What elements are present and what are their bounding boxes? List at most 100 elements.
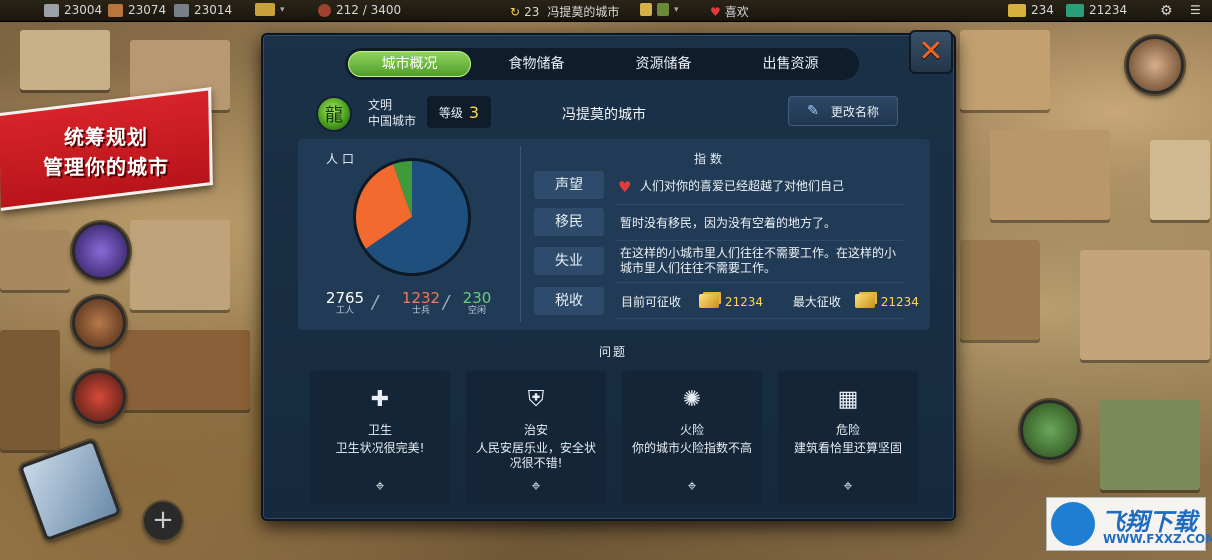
issue-name: 治安 — [523, 423, 548, 437]
iron-resource[interactable]: 23014 — [174, 3, 232, 17]
gear-icon: ⚙ — [1160, 3, 1173, 19]
iron-value: 23014 — [194, 3, 233, 17]
population-counter[interactable]: 212 / 3400 — [318, 3, 401, 17]
tax-current-value: 21234 — [724, 295, 764, 309]
turn-counter[interactable]: ↻ 23 冯提莫的城市 — [510, 3, 619, 20]
menu-icon: ☰ — [1190, 3, 1201, 17]
idle-label: 空闲 — [467, 306, 486, 316]
chevron-down-icon: ▾ — [674, 4, 679, 15]
issue-desc: 卫生状况很完美! — [335, 441, 425, 455]
level-value: 3 — [468, 102, 480, 122]
wood-resource[interactable]: 23074 — [108, 3, 166, 17]
location-pin-icon[interactable]: ⌖ — [838, 475, 858, 497]
stone-icon — [44, 3, 59, 17]
build-tools-button[interactable] — [1020, 400, 1080, 460]
immigration-text: 暂时没有移民，因为没有空着的地方了。 — [620, 216, 837, 230]
portal-button[interactable] — [72, 222, 130, 280]
wheat-resource[interactable]: ▾ — [640, 3, 679, 16]
issue-card-fire[interactable]: ✺ 火险 你的城市火险指数不高 ⌖ — [622, 371, 762, 504]
separator-slash: / — [372, 292, 379, 313]
indices-title: 指数 — [694, 152, 727, 166]
gem-icon — [1066, 3, 1084, 17]
level-label: 等级 — [438, 105, 463, 120]
city-title: 冯提莫的城市 — [547, 5, 620, 19]
unemployment-label: 失业 — [534, 247, 604, 275]
tax-label: 税收 — [534, 287, 604, 315]
workers-stat: 2765 工人 — [322, 290, 368, 317]
advisor-portrait[interactable] — [1126, 36, 1184, 94]
gold-bars-icon — [698, 294, 719, 308]
issue-name: 危险 — [835, 423, 860, 437]
watermark: 飞翔下载 WWW.FXXZ.COM — [1046, 497, 1212, 551]
iron-icon — [174, 3, 189, 17]
gold-counter[interactable]: 234 — [1008, 3, 1054, 17]
location-pin-icon[interactable]: ⌖ — [370, 475, 390, 497]
dragon-emblem-icon: 龍 — [316, 96, 352, 132]
promo-line-2: 管理你的城市 — [43, 155, 169, 179]
grape-icon — [657, 3, 669, 16]
tab-food-reserve[interactable]: 食物储备 — [475, 51, 598, 77]
add-button[interactable]: + — [144, 502, 182, 540]
idle-value: 230 — [462, 289, 492, 307]
issue-card-health[interactable]: ✚ 卫生 卫生状况很完美! ⌖ — [310, 371, 450, 504]
gold-value: 234 — [1031, 3, 1054, 17]
stone-resource[interactable]: 23004 — [44, 3, 102, 17]
location-pin-icon[interactable]: ⌖ — [682, 475, 702, 497]
close-button[interactable]: ✕ — [909, 30, 953, 74]
soldiers-label: 士兵 — [411, 306, 430, 316]
rename-button[interactable]: ✎ 更改名称 — [788, 96, 898, 126]
civ-type: 中国城市 — [368, 114, 417, 128]
immigration-label: 移民 — [534, 208, 604, 236]
workers-label: 工人 — [335, 306, 354, 316]
close-icon: ✕ — [918, 34, 944, 69]
building-risk-icon: ▦ — [837, 387, 859, 412]
plus-icon: + — [152, 505, 174, 535]
soldiers-value: 1232 — [401, 289, 441, 307]
issue-card-danger[interactable]: ▦ 危险 建筑看恰里还算坚固 ⌖ — [778, 371, 918, 504]
gold-bars-icon — [854, 294, 875, 308]
market-button[interactable] — [72, 370, 126, 424]
promo-text: 统筹规划 管理你的城市 — [16, 122, 196, 182]
promo-line-1: 统筹规划 — [64, 125, 148, 149]
pencil-icon: ✎ — [807, 103, 819, 119]
issues-title: 问题 — [599, 345, 628, 359]
menu-button[interactable]: ☰ — [1190, 3, 1201, 17]
row-divider — [616, 282, 904, 283]
heart-icon: ♥ — [710, 4, 721, 19]
reputation-label: 声望 — [534, 171, 604, 199]
mood-indicator[interactable]: ♥ 喜欢 — [710, 3, 749, 20]
civilization-label: 文明 中国城市 — [368, 97, 416, 129]
tab-sell-resources[interactable]: 出售资源 — [729, 51, 852, 77]
gold-bars-icon — [255, 3, 275, 16]
row-divider — [616, 204, 904, 205]
stone-value: 23004 — [64, 3, 103, 17]
backpack-button[interactable] — [72, 296, 126, 350]
rename-label: 更改名称 — [830, 104, 879, 119]
tax-current-label: 目前可征收 — [621, 295, 682, 309]
issue-desc: 建筑看恰里还算坚固 — [793, 441, 902, 455]
tax-row: 目前可征收 21234 最大征收 21234 — [621, 294, 919, 310]
gold-bars-resource[interactable]: ▾ — [255, 3, 285, 16]
issue-card-security[interactable]: ⛨ 治安 人民安居乐业，安全状况很不错! ⌖ — [466, 371, 606, 504]
level-badge: 等级 3 — [427, 96, 491, 128]
tab-bar: 城市概况 食物储备 资源储备 出售资源 — [345, 48, 859, 80]
wood-icon — [108, 3, 123, 17]
settings-button[interactable]: ⚙ — [1160, 3, 1173, 19]
gem-counter[interactable]: 21234 — [1066, 3, 1127, 17]
gold-icon — [1008, 3, 1026, 17]
soldiers-stat: 1232 士兵 — [398, 290, 444, 317]
reputation-desc: 人们对你的喜爱已经超越了对他们自己 — [640, 179, 845, 193]
separator-slash: / — [443, 292, 450, 313]
tab-resource-reserve[interactable]: 资源储备 — [602, 51, 725, 77]
idle-stat: 230 空闲 — [458, 290, 496, 317]
turn-value: 23 — [524, 4, 540, 19]
citizen-icon — [318, 3, 331, 17]
location-pin-icon[interactable]: ⌖ — [526, 475, 546, 497]
civ-title: 文明 — [368, 98, 393, 112]
tab-city-overview[interactable]: 城市概况 — [348, 51, 472, 77]
workers-value: 2765 — [325, 289, 365, 307]
watermark-url: WWW.FXXZ.COM — [1103, 532, 1212, 546]
resource-bar: 23004 23074 23014 ▾ 212 / 3400 ↻ 23 冯提莫的… — [0, 0, 1212, 22]
health-cross-icon: ✚ — [370, 387, 390, 412]
row-divider — [616, 240, 904, 241]
